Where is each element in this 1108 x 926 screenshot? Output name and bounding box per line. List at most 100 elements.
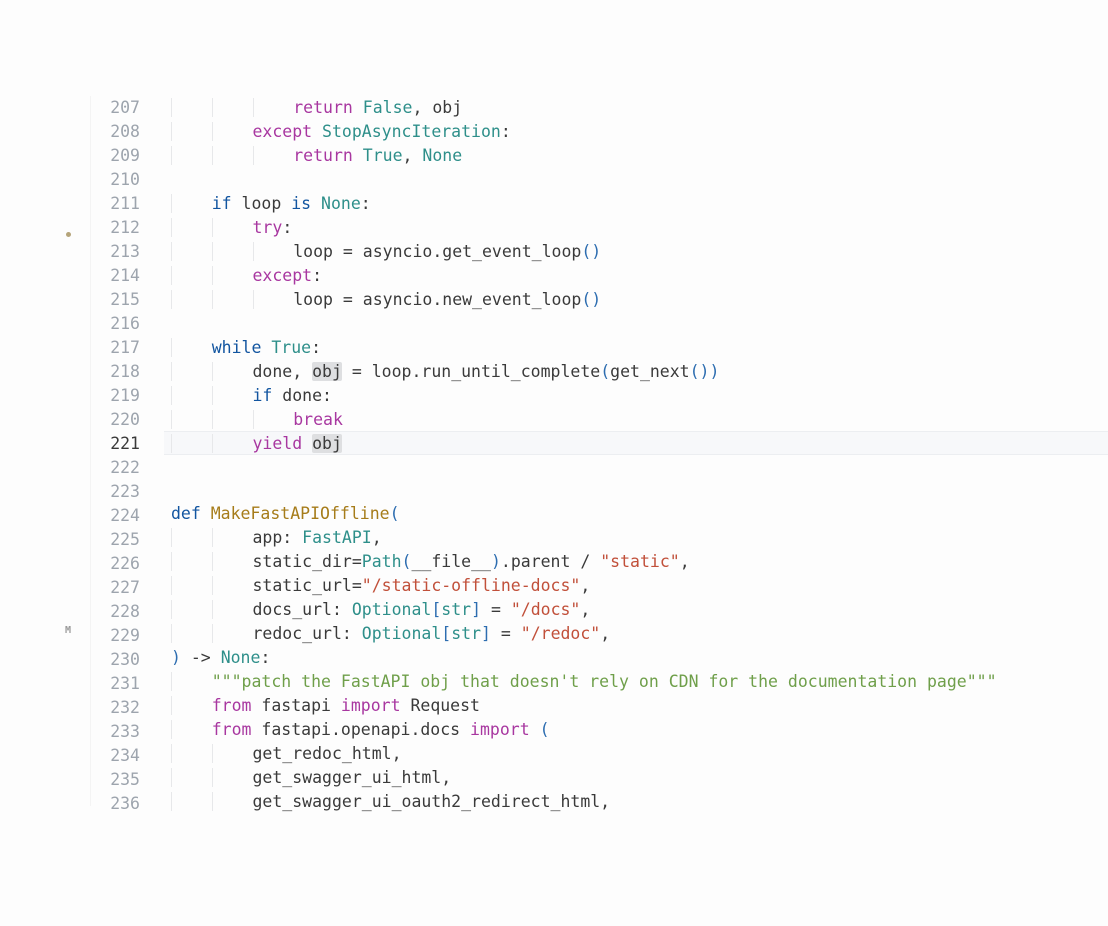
token-id: : <box>312 266 322 285</box>
line-number[interactable]: 214 <box>91 264 140 288</box>
line-number[interactable]: 216 <box>91 312 140 336</box>
line-number[interactable]: 223 <box>91 480 140 504</box>
code-line[interactable]: except: <box>164 264 1108 288</box>
token-cls: None <box>422 146 462 165</box>
token-str: "static" <box>600 552 679 571</box>
line-number[interactable]: 236 <box>91 792 140 816</box>
line-number[interactable]: 229 <box>91 624 140 648</box>
token-guide <box>212 624 253 643</box>
code-line[interactable]: loop = asyncio.new_event_loop() <box>164 288 1108 312</box>
token-guide <box>212 98 253 117</box>
line-number-gutter[interactable]: 2072082092102112122132142152162172182192… <box>91 96 164 806</box>
line-number[interactable]: 233 <box>91 720 140 744</box>
token-id <box>530 720 540 739</box>
minimap[interactable]: M <box>0 96 91 806</box>
code-line[interactable]: while True: <box>164 336 1108 360</box>
code-line[interactable] <box>164 312 1108 336</box>
line-number[interactable]: 226 <box>91 552 140 576</box>
line-number[interactable]: 215 <box>91 288 140 312</box>
line-number[interactable]: 235 <box>91 768 140 792</box>
code-line[interactable]: ) -> None: <box>164 646 1108 670</box>
code-line[interactable]: if done: <box>164 384 1108 408</box>
line-number[interactable]: 218 <box>91 360 140 384</box>
token-guide <box>171 552 212 571</box>
code-line[interactable] <box>164 454 1108 478</box>
code-line[interactable]: return True, None <box>164 144 1108 168</box>
token-cls: True <box>271 338 311 357</box>
token-guide <box>171 720 212 739</box>
code-line[interactable]: get_swagger_ui_oauth2_redirect_html, <box>164 790 1108 814</box>
token-cls: Optional <box>362 624 441 643</box>
token-guide <box>212 122 253 141</box>
token-id: .parent / <box>501 552 600 571</box>
token-id: static_url= <box>253 576 362 595</box>
line-number[interactable]: 217 <box>91 336 140 360</box>
token-cls: str <box>451 624 481 643</box>
code-line[interactable]: break <box>164 408 1108 432</box>
token-guide <box>171 146 212 165</box>
token-kw2: return <box>293 146 353 165</box>
token-guide <box>171 122 212 141</box>
code-line[interactable]: try: <box>164 216 1108 240</box>
token-kw2: yield <box>253 434 303 453</box>
token-id: : <box>361 194 371 213</box>
line-number[interactable]: 207 <box>91 96 140 120</box>
token-guide <box>171 218 212 237</box>
code-line[interactable]: if loop is None: <box>164 192 1108 216</box>
token-id: , <box>600 624 610 643</box>
line-number[interactable]: 212 <box>91 216 140 240</box>
token-id: , <box>403 146 423 165</box>
line-number[interactable]: 220 <box>91 408 140 432</box>
token-guide <box>171 672 212 691</box>
code-line[interactable]: redoc_url: Optional[str] = "/redoc", <box>164 622 1108 646</box>
line-number[interactable]: 208 <box>91 120 140 144</box>
code-line[interactable]: static_dir=Path(__file__).parent / "stat… <box>164 550 1108 574</box>
code-line[interactable] <box>164 168 1108 192</box>
code-line[interactable]: """patch the FastAPI obj that doesn't re… <box>164 670 1108 694</box>
token-guide <box>171 624 212 643</box>
line-number[interactable]: 225 <box>91 528 140 552</box>
code-line[interactable]: app: FastAPI, <box>164 526 1108 550</box>
code-line[interactable]: from fastapi import Request <box>164 694 1108 718</box>
code-line[interactable] <box>164 478 1108 502</box>
code-line[interactable]: static_url="/static-offline-docs", <box>164 574 1108 598</box>
token-par: ( <box>390 504 400 523</box>
line-number[interactable]: 222 <box>91 456 140 480</box>
token-guide <box>171 266 212 285</box>
token-cls: None <box>221 648 261 667</box>
token-guide <box>171 528 212 547</box>
code-line[interactable]: from fastapi.openapi.docs import ( <box>164 718 1108 742</box>
token-kw2: return <box>293 98 353 117</box>
code-line[interactable]: except StopAsyncIteration: <box>164 120 1108 144</box>
code-line[interactable]: loop = asyncio.get_event_loop() <box>164 240 1108 264</box>
code-line[interactable]: get_swagger_ui_html, <box>164 766 1108 790</box>
line-number[interactable]: 234 <box>91 744 140 768</box>
line-number[interactable]: 221 <box>91 432 140 456</box>
line-number[interactable]: 228 <box>91 600 140 624</box>
token-id: : <box>282 218 292 237</box>
line-number[interactable]: 231 <box>91 672 140 696</box>
line-number[interactable]: 232 <box>91 696 140 720</box>
code-line[interactable]: get_redoc_html, <box>164 742 1108 766</box>
line-number[interactable]: 213 <box>91 240 140 264</box>
code-line[interactable]: yield obj <box>164 431 1108 455</box>
code-area[interactable]: return False, obj except StopAsyncIterat… <box>164 96 1108 806</box>
code-line[interactable]: def MakeFastAPIOffline( <box>164 502 1108 526</box>
token-kw: is <box>291 194 311 213</box>
token-kw: def <box>171 504 201 523</box>
token-id: , <box>580 576 590 595</box>
code-line[interactable]: return False, obj <box>164 96 1108 120</box>
token-id: = loop.run_until_complete <box>342 362 600 381</box>
line-number[interactable]: 210 <box>91 168 140 192</box>
line-number[interactable]: 230 <box>91 648 140 672</box>
token-kw2: import <box>470 720 530 739</box>
token-guide <box>171 434 212 453</box>
line-number[interactable]: 211 <box>91 192 140 216</box>
line-number[interactable]: 209 <box>91 144 140 168</box>
code-line[interactable]: done, obj = loop.run_until_complete(get_… <box>164 360 1108 384</box>
line-number[interactable]: 224 <box>91 504 140 528</box>
code-editor[interactable]: M 20720820921021121221321421521621721821… <box>0 96 1108 806</box>
line-number[interactable]: 227 <box>91 576 140 600</box>
code-line[interactable]: docs_url: Optional[str] = "/docs", <box>164 598 1108 622</box>
line-number[interactable]: 219 <box>91 384 140 408</box>
